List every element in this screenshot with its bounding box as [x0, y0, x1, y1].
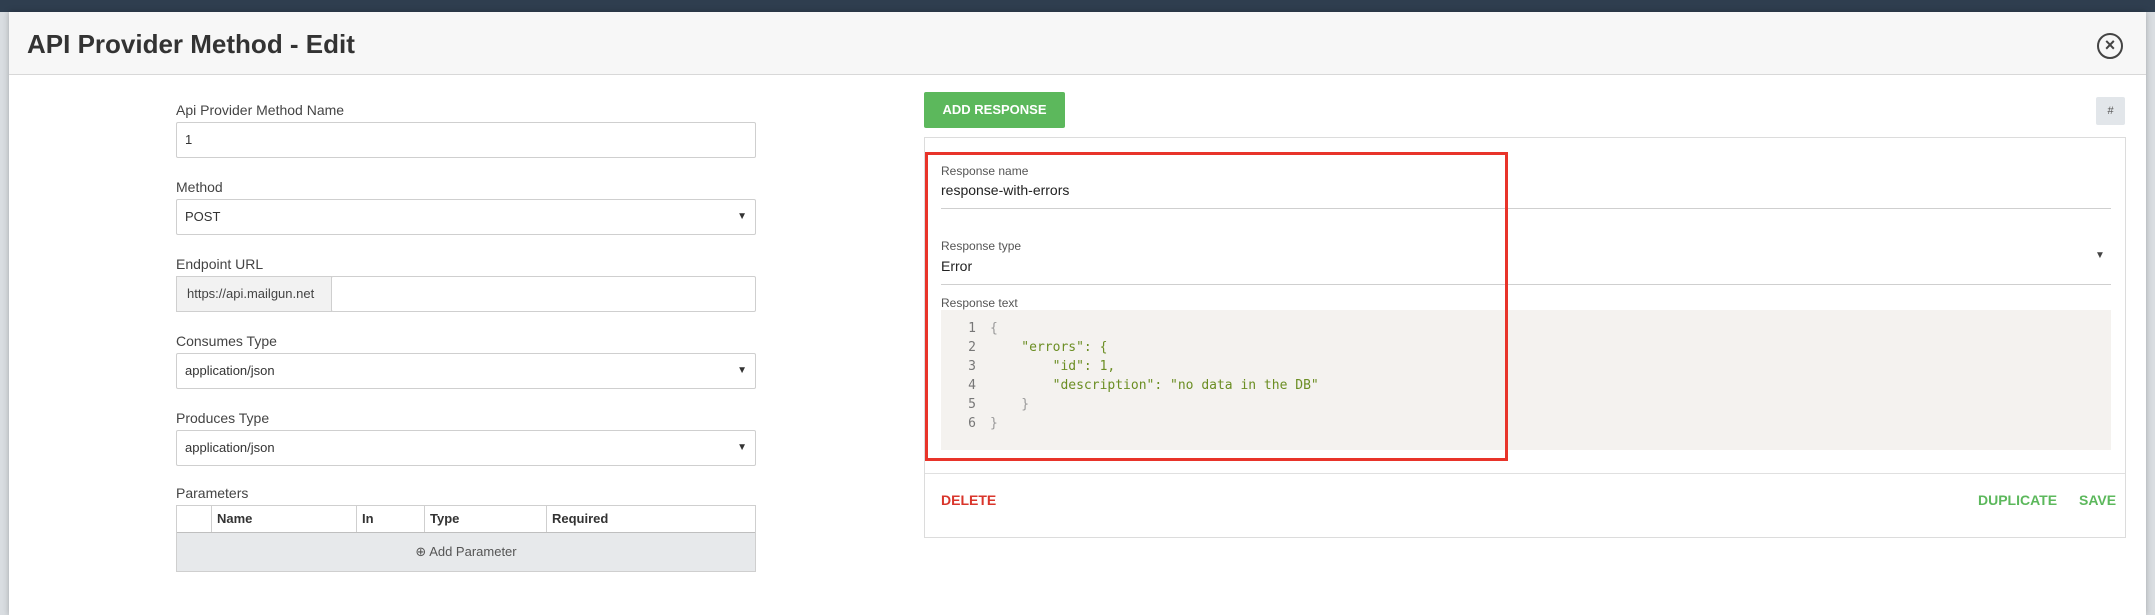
chevron-down-icon: ▼	[737, 211, 747, 222]
chevron-down-icon: ▼	[737, 442, 747, 453]
consumes-value: application/json	[185, 363, 275, 378]
response-text-editor[interactable]: 1{ 2 "errors": { 3 "id": 1, 4 "descripti…	[941, 310, 2111, 450]
method-value: POST	[185, 209, 221, 224]
name-label: Api Provider Method Name	[176, 102, 345, 118]
backdrop	[0, 0, 2155, 12]
endpoint-input[interactable]	[331, 276, 756, 312]
delete-button[interactable]: DELETE	[941, 492, 996, 508]
col-required: Required	[552, 511, 609, 526]
method-name-input[interactable]: 1	[176, 122, 756, 158]
chevron-down-icon: ▼	[737, 365, 747, 376]
response-text-label: Response text	[941, 296, 1018, 310]
method-label: Method	[176, 179, 223, 195]
close-icon[interactable]: ×	[2097, 33, 2123, 59]
col-type: Type	[425, 506, 547, 532]
produces-label: Produces Type	[176, 410, 270, 426]
endpoint-prefix: https://api.mailgun.net	[176, 276, 332, 312]
parameters-header: Name In Type Required	[177, 506, 755, 533]
type-underline	[941, 284, 2111, 285]
consumes-label: Consumes Type	[176, 333, 277, 349]
code-line: 4 "description": "no data in the DB"	[968, 378, 1319, 393]
name-underline	[941, 208, 2111, 209]
code-line: 1{	[968, 321, 998, 336]
parameters-table: Name In Type Required ⊕ Add Parameter	[176, 505, 756, 572]
col-in: In	[357, 506, 425, 532]
col-name: Name	[212, 506, 357, 532]
parameters-label: Parameters	[176, 485, 249, 501]
consumes-select[interactable]: application/json ▼	[176, 353, 756, 389]
produces-select[interactable]: application/json ▼	[176, 430, 756, 466]
response-type-select[interactable]: Error	[941, 258, 972, 274]
code-line: 2 "errors": {	[968, 340, 1108, 355]
modal-title: API Provider Method - Edit	[27, 29, 355, 59]
col-handle	[177, 506, 212, 532]
method-select[interactable]: POST ▼	[176, 199, 756, 235]
chevron-down-icon: ▼	[2095, 250, 2105, 261]
panel-footer-divider	[925, 473, 2125, 474]
add-response-button[interactable]: ADD RESPONSE	[924, 92, 1065, 128]
produces-value: application/json	[185, 440, 275, 455]
response-type-label: Response type	[941, 239, 1022, 253]
hash-button[interactable]: #	[2096, 97, 2125, 125]
response-name-input[interactable]: response-with-errors	[941, 182, 1069, 198]
modal-header: API Provider Method - Edit ×	[9, 12, 2146, 75]
duplicate-button[interactable]: DUPLICATE	[1978, 492, 2057, 508]
response-name-label: Response name	[941, 164, 1029, 178]
endpoint-label: Endpoint URL	[176, 256, 264, 272]
code-line: 6}	[968, 416, 998, 431]
add-parameter-label: Add Parameter	[429, 544, 517, 559]
save-button[interactable]: SAVE	[2079, 492, 2116, 508]
response-panel: Response name response-with-errors Respo…	[924, 137, 2126, 538]
plus-circle-icon: ⊕	[415, 544, 427, 559]
add-parameter-button[interactable]: ⊕ Add Parameter	[177, 533, 755, 571]
code-line: 3 "id": 1,	[968, 359, 1116, 374]
code-line: 5 }	[968, 397, 1030, 412]
